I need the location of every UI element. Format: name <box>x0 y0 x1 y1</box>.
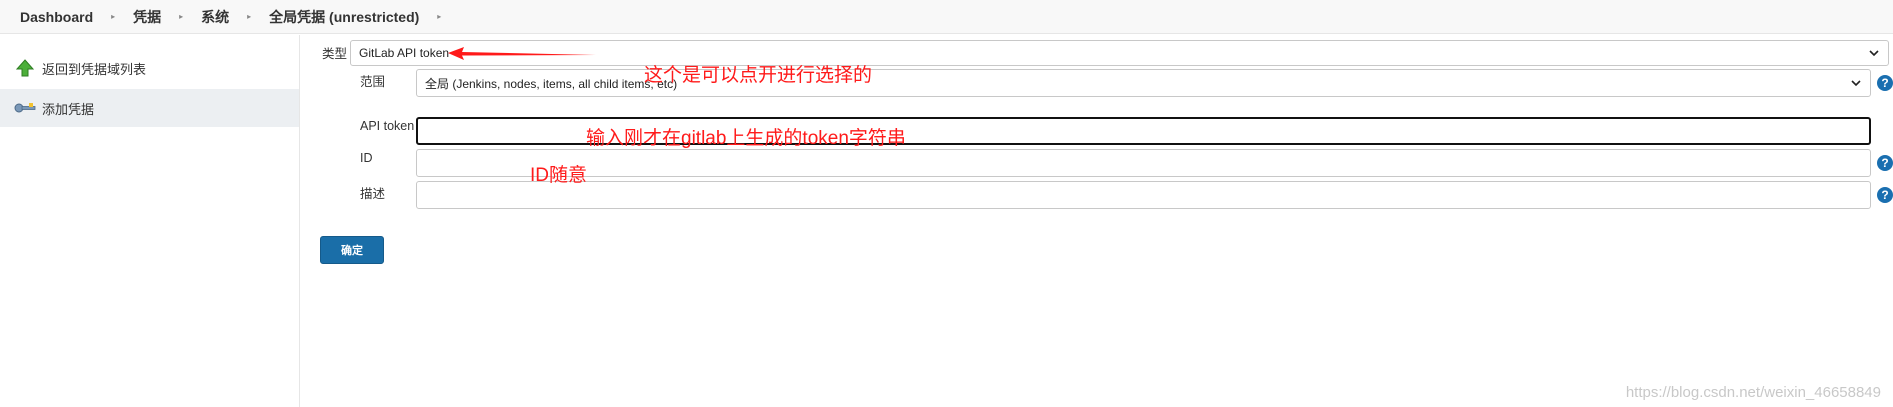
kind-select-value: GitLab API token <box>359 46 450 60</box>
arrow-up-icon <box>14 57 36 79</box>
kind-annotation: 这个是可以点开进行选择的 <box>644 65 873 86</box>
id-label: ID <box>360 151 373 165</box>
id-help-icon[interactable]: ? <box>1877 155 1893 171</box>
breadcrumb-dashboard[interactable]: Dashboard <box>20 0 93 34</box>
sidebar-item-label: 返回到凭据域列表 <box>42 61 147 77</box>
chevron-right-icon: ▸ <box>111 12 116 21</box>
breadcrumb: Dashboard ▸ 凭据 ▸ 系统 ▸ 全局凭据 (unrestricted… <box>0 0 1893 34</box>
id-annotation: ID随意 <box>530 165 588 186</box>
sidebar-item-back[interactable]: 返回到凭据域列表 <box>0 49 299 87</box>
credential-form: 类型 GitLab API token 范围 全局 (Jenkins, node… <box>300 35 1893 407</box>
sidebar: 返回到凭据域列表 添加凭据 <box>0 35 300 407</box>
description-help-icon[interactable]: ? <box>1877 187 1893 203</box>
chevron-right-icon: ▸ <box>179 12 184 21</box>
id-input[interactable] <box>416 149 1871 177</box>
api-token-label: API token <box>360 119 415 133</box>
description-input[interactable] <box>416 181 1871 209</box>
submit-button[interactable]: 确定 <box>320 236 384 264</box>
chevron-right-icon: ▸ <box>247 12 252 21</box>
breadcrumb-credentials[interactable]: 凭据 <box>133 0 161 34</box>
breadcrumb-system[interactable]: 系统 <box>201 0 229 34</box>
description-label: 描述 <box>360 187 386 201</box>
chevron-down-icon <box>1869 50 1879 57</box>
chevron-right-icon[interactable]: ▸ <box>437 12 441 21</box>
scope-help-icon[interactable]: ? <box>1877 75 1893 91</box>
breadcrumb-global-credentials[interactable]: 全局凭据 (unrestricted) <box>269 0 419 34</box>
sidebar-item-add-credential[interactable]: 添加凭据 <box>0 89 299 127</box>
scope-select[interactable]: 全局 (Jenkins, nodes, items, all child ite… <box>416 69 1871 97</box>
sidebar-item-label: 添加凭据 <box>42 101 95 117</box>
chevron-down-icon <box>1851 80 1861 87</box>
watermark: https://blog.csdn.net/weixin_46658849 <box>1625 384 1881 401</box>
annotation-arrow-icon <box>448 47 596 60</box>
scope-label: 范围 <box>360 75 386 89</box>
scope-select-value: 全局 (Jenkins, nodes, items, all child ite… <box>425 76 678 91</box>
key-icon <box>14 97 36 119</box>
token-annotation: 输入刚才在gitlab上生成的token字符串 <box>586 128 906 149</box>
kind-label: 类型 <box>322 47 348 61</box>
